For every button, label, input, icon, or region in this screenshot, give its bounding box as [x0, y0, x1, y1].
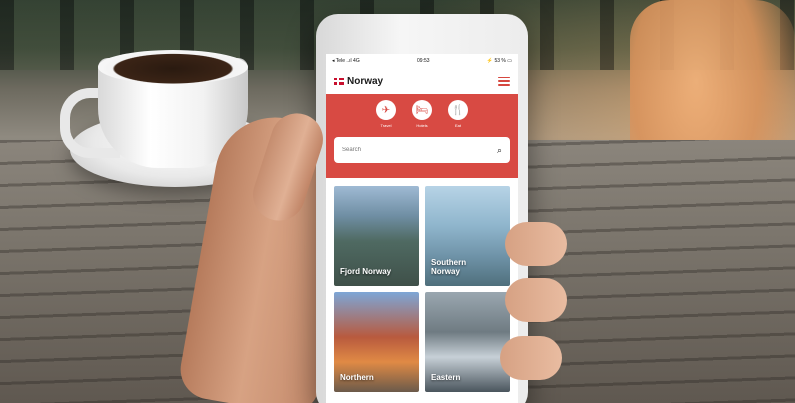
- region-tile-label: Northern: [340, 373, 374, 382]
- hero-banner: ✈ Travel 🛏 Hotels 🍴 Eat ⌕: [326, 94, 518, 178]
- photo-background: ◂ Tele ..ıl 4G 09:53 ⚡ 53 % ▭ Norway ✈ T…: [0, 0, 795, 403]
- category-label: Eat: [454, 123, 461, 128]
- status-carrier: ◂ Tele ..ıl 4G: [332, 58, 360, 64]
- brand-logo[interactable]: Norway: [334, 76, 383, 87]
- coffee-surface: [98, 50, 248, 84]
- smartphone: ◂ Tele ..ıl 4G 09:53 ⚡ 53 % ▭ Norway ✈ T…: [316, 14, 528, 403]
- search-input[interactable]: [342, 147, 462, 153]
- region-tile-northern[interactable]: Northern: [334, 292, 419, 392]
- finger: [505, 222, 567, 266]
- category-label: Travel: [380, 123, 392, 128]
- region-tile-label: Eastern: [431, 373, 461, 382]
- phone-screen: ◂ Tele ..ıl 4G 09:53 ⚡ 53 % ▭ Norway ✈ T…: [326, 54, 518, 403]
- category-label: Hotels: [416, 123, 428, 128]
- search-bar[interactable]: ⌕: [334, 137, 510, 163]
- category-bar: ✈ Travel 🛏 Hotels 🍴 Eat: [326, 94, 518, 128]
- region-tile-southern[interactable]: Southern Norway: [425, 186, 510, 286]
- category-hotels[interactable]: 🛏 Hotels: [412, 100, 432, 128]
- status-time: 09:53: [417, 58, 430, 64]
- finger: [500, 336, 562, 380]
- region-tile-eastern[interactable]: Eastern: [425, 292, 510, 392]
- utensils-icon: 🍴: [448, 100, 468, 120]
- hamburger-menu-icon[interactable]: [498, 76, 510, 86]
- airplane-icon: ✈: [376, 100, 396, 120]
- region-grid: Fjord Norway Southern Norway Northern Ea…: [326, 178, 518, 400]
- menu-line: [498, 80, 510, 82]
- finger: [505, 278, 567, 322]
- region-tile-label: Southern Norway: [431, 258, 467, 276]
- search-icon[interactable]: ⌕: [497, 145, 502, 156]
- status-battery: ⚡ 53 % ▭: [486, 58, 512, 64]
- norway-flag-icon: [334, 77, 344, 85]
- menu-line: [498, 83, 510, 86]
- region-tile-label: Fjord Norway: [340, 267, 392, 276]
- region-tile-fjord[interactable]: Fjord Norway: [334, 186, 419, 286]
- category-eat[interactable]: 🍴 Eat: [448, 100, 468, 128]
- category-travel[interactable]: ✈ Travel: [376, 100, 396, 128]
- bed-icon: 🛏: [412, 100, 432, 120]
- status-bar: ◂ Tele ..ıl 4G 09:53 ⚡ 53 % ▭: [326, 54, 518, 68]
- menu-line: [498, 76, 510, 79]
- app-bar: Norway: [326, 68, 518, 94]
- brand-name: Norway: [347, 75, 384, 87]
